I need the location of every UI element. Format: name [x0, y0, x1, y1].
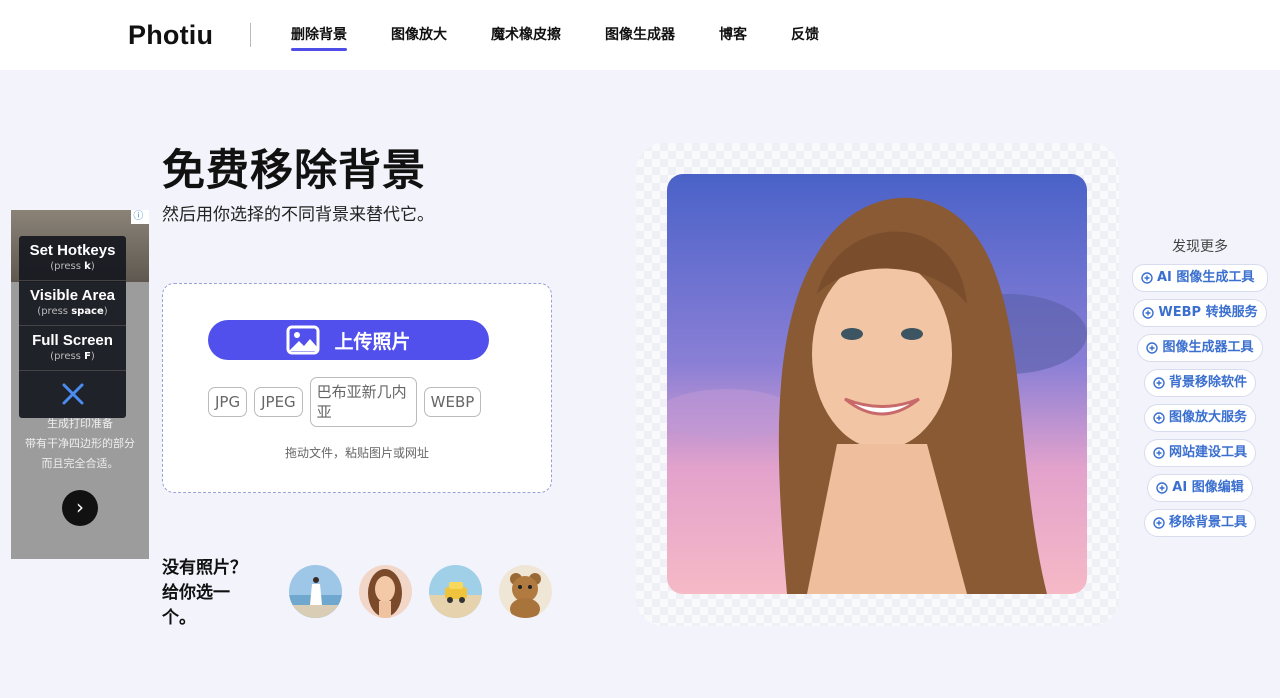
plus-circle-icon — [1153, 377, 1165, 389]
nav-feedback[interactable]: 反馈 — [791, 0, 819, 70]
discover-title: 发现更多 — [1172, 239, 1228, 255]
hotkey-set-hotkeys[interactable]: Set Hotkeys (press k) — [19, 236, 126, 281]
discover-link[interactable]: AI 图像生成工具 — [1132, 264, 1268, 292]
format-badge: JPG — [208, 387, 248, 417]
format-badge: 巴布亚新几内亚 — [309, 377, 417, 427]
upload-button-label: 上传照片 — [334, 331, 411, 353]
discover-link-label: 背景移除软件 — [1168, 375, 1247, 390]
hotkey-title: Full Screen — [32, 332, 113, 349]
discover-link-label: AI 图像编辑 — [1172, 480, 1244, 495]
ad-text-line: 带有干净四边形的部分 — [25, 437, 135, 450]
hotkey-hint: (press k) — [50, 261, 95, 272]
discover-link-label: 移除背景工具 — [1168, 515, 1247, 530]
plus-circle-icon — [1153, 447, 1165, 459]
format-badge: JPEG — [254, 387, 303, 417]
logo[interactable]: Photiu — [128, 20, 213, 51]
plus-circle-icon — [1153, 412, 1165, 424]
hotkey-title: Set Hotkeys — [29, 242, 116, 259]
page-subtitle: 然后用你选择的不同背景来替代它。 — [162, 205, 434, 225]
discover-link[interactable]: 背景移除软件 — [1143, 369, 1256, 397]
close-icon — [62, 383, 83, 405]
image-icon — [286, 325, 320, 355]
ad-next-arrow-icon[interactable]: › — [62, 490, 98, 526]
nav-blog[interactable]: 博客 — [719, 0, 747, 70]
plus-circle-icon — [1156, 482, 1168, 494]
discover-link-label: 图像生成器工具 — [1162, 340, 1254, 355]
hotkey-hint: (press F) — [50, 351, 95, 362]
discover-link-label: 网站建设工具 — [1168, 445, 1247, 460]
nav-remove-background[interactable]: 删除背景 — [291, 0, 347, 70]
discover-link-label: AI 图像生成工具 — [1157, 270, 1255, 285]
format-badge: WEBP — [423, 387, 482, 417]
site-header: Photiu 删除背景 图像放大 魔术橡皮擦 图像生成器 博客 反馈 — [0, 0, 1280, 70]
sample-teddy-bear-thumb[interactable] — [499, 565, 552, 618]
hotkeys-panel: Set Hotkeys (press k) Visible Area (pres… — [19, 236, 126, 418]
sample-beach-woman-thumb[interactable] — [289, 565, 342, 618]
discover-links: AI 图像生成工具 WEBP 转换服务 图像生成器工具 背景移除软件 图像放大服… — [1130, 264, 1270, 544]
upload-photo-button[interactable]: 上传照片 — [208, 320, 489, 360]
plus-circle-icon — [1142, 307, 1155, 319]
nav-image-upscale[interactable]: 图像放大 — [391, 0, 447, 70]
discover-link[interactable]: 图像生成器工具 — [1137, 334, 1263, 362]
ad-text-line: 而且完全合适。 — [41, 457, 119, 470]
discover-link[interactable]: 移除背景工具 — [1143, 509, 1256, 537]
sample-images — [289, 565, 552, 618]
plus-circle-icon — [1146, 342, 1159, 354]
sample-smiling-woman-thumb[interactable] — [359, 565, 412, 618]
sample-toy-car-thumb[interactable] — [429, 565, 482, 618]
ad-text: 生成打印准备 带有干净四边形的部分 而且完全合适。 — [11, 414, 149, 474]
main-nav: 删除背景 图像放大 魔术橡皮擦 图像生成器 博客 反馈 — [291, 0, 863, 70]
preview-photo — [667, 174, 1087, 594]
page-title: 免费移除背景 — [162, 146, 426, 196]
header-divider — [250, 23, 251, 47]
plus-circle-icon — [1141, 272, 1153, 284]
ad-info-icon[interactable]: ⓘ ⋮ — [131, 210, 149, 224]
sample-prompt: 没有照片？给你选一个。 — [162, 558, 247, 628]
plus-circle-icon — [1153, 517, 1165, 529]
upload-dropzone[interactable]: 上传照片 JPG JPEG 巴布亚新几内亚 WEBP 拖动文件，粘贴图片或网址 — [162, 283, 552, 493]
discover-link[interactable]: AI 图像编辑 — [1147, 474, 1253, 502]
nav-magic-eraser[interactable]: 魔术橡皮擦 — [491, 0, 561, 70]
supported-formats: JPG JPEG 巴布亚新几内亚 WEBP — [208, 377, 482, 427]
discover-link[interactable]: WEBP 转换服务 — [1133, 299, 1267, 327]
hotkey-title: Visible Area — [29, 287, 116, 304]
hotkey-full-screen[interactable]: Full Screen (press F) — [19, 326, 126, 371]
discover-link-label: 图像放大服务 — [1168, 410, 1247, 425]
discover-link[interactable]: 网站建设工具 — [1143, 439, 1256, 467]
discover-link[interactable]: 图像放大服务 — [1143, 404, 1256, 432]
hotkeys-close-button[interactable] — [19, 371, 126, 417]
hotkey-visible-area[interactable]: Visible Area (press space) — [19, 281, 126, 326]
hotkey-hint: (press space) — [37, 306, 108, 317]
discover-link-label: WEBP 转换服务 — [1158, 305, 1258, 320]
nav-image-generator[interactable]: 图像生成器 — [605, 0, 675, 70]
drop-hint: 拖动文件，粘贴图片或网址 — [284, 446, 429, 460]
